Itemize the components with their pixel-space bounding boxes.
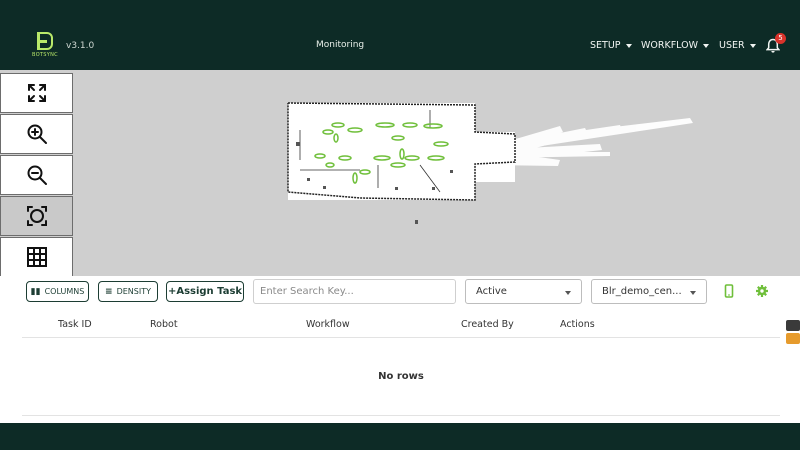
- top-header: BOTSYNC v3.1.0 Monitoring SETUP WORKFLOW…: [0, 0, 800, 70]
- side-widget-dark[interactable]: [786, 320, 800, 331]
- botsync-logo[interactable]: BOTSYNC: [30, 32, 60, 62]
- grid-toggle-button[interactable]: [0, 237, 73, 277]
- mobile-view-icon[interactable]: [722, 284, 736, 298]
- site-select-value: Blr_demo_cen...: [602, 286, 682, 297]
- chevron-down-icon: [703, 43, 709, 48]
- columns-button[interactable]: ▮▮ COLUMNS: [26, 281, 89, 302]
- notification-badge: 5: [775, 33, 786, 44]
- status-select[interactable]: Active: [465, 279, 582, 304]
- empty-table-message: No rows: [22, 338, 780, 416]
- side-widget-orange[interactable]: [786, 333, 800, 344]
- map-toolbar: [0, 73, 73, 278]
- assign-task-button[interactable]: +Assign Task: [166, 281, 244, 302]
- column-header-created-by[interactable]: Created By: [461, 319, 514, 330]
- logo-text: BOTSYNC: [32, 52, 58, 58]
- nav-user-label: USER: [719, 40, 745, 51]
- column-header-task-id[interactable]: Task ID: [58, 319, 92, 330]
- zoom-out-icon: [27, 165, 47, 185]
- robot-map-canvas[interactable]: [0, 70, 800, 276]
- columns-icon: ▮▮: [30, 286, 41, 297]
- density-icon: ≡: [105, 286, 113, 297]
- recenter-button[interactable]: [0, 196, 73, 236]
- grid-icon: [26, 247, 47, 267]
- density-button[interactable]: ≡ DENSITY: [98, 281, 158, 302]
- chevron-down-icon: [749, 43, 756, 48]
- columns-label: COLUMNS: [44, 287, 85, 296]
- fullscreen-button[interactable]: [0, 73, 73, 113]
- recenter-icon: [26, 206, 47, 226]
- nav-user[interactable]: USER: [719, 40, 756, 51]
- app-version: v3.1.0: [66, 41, 95, 51]
- nav-setup-label: SETUP: [590, 40, 621, 51]
- column-header-workflow[interactable]: Workflow: [306, 319, 350, 330]
- zoom-out-button[interactable]: [0, 155, 73, 195]
- side-widgets: [786, 320, 800, 346]
- density-label: DENSITY: [116, 287, 151, 296]
- task-panel: ▮▮ COLUMNS ≡ DENSITY +Assign Task Active…: [0, 276, 800, 423]
- expand-icon: [27, 84, 46, 102]
- status-select-value: Active: [476, 286, 507, 297]
- nav-workflow[interactable]: WORKFLOW: [641, 40, 709, 51]
- column-header-actions[interactable]: Actions: [560, 319, 595, 330]
- page-title: Monitoring: [316, 40, 365, 50]
- zoom-in-icon: [27, 124, 47, 144]
- nav-setup[interactable]: SETUP: [590, 40, 632, 51]
- search-input[interactable]: [253, 279, 456, 304]
- nav-workflow-label: WORKFLOW: [641, 40, 698, 51]
- site-select[interactable]: Blr_demo_cen...: [591, 279, 707, 304]
- table-header: Task ID Robot Workflow Created By Action…: [22, 316, 780, 338]
- zoom-in-button[interactable]: [0, 114, 73, 154]
- settings-gear-icon[interactable]: [755, 284, 769, 298]
- chevron-down-icon: [625, 43, 632, 48]
- logo-mark: [37, 32, 53, 50]
- floor-map: [287, 102, 693, 224]
- chevron-down-icon: [565, 291, 571, 295]
- column-header-robot[interactable]: Robot: [150, 319, 178, 330]
- chevron-down-icon: [690, 291, 696, 295]
